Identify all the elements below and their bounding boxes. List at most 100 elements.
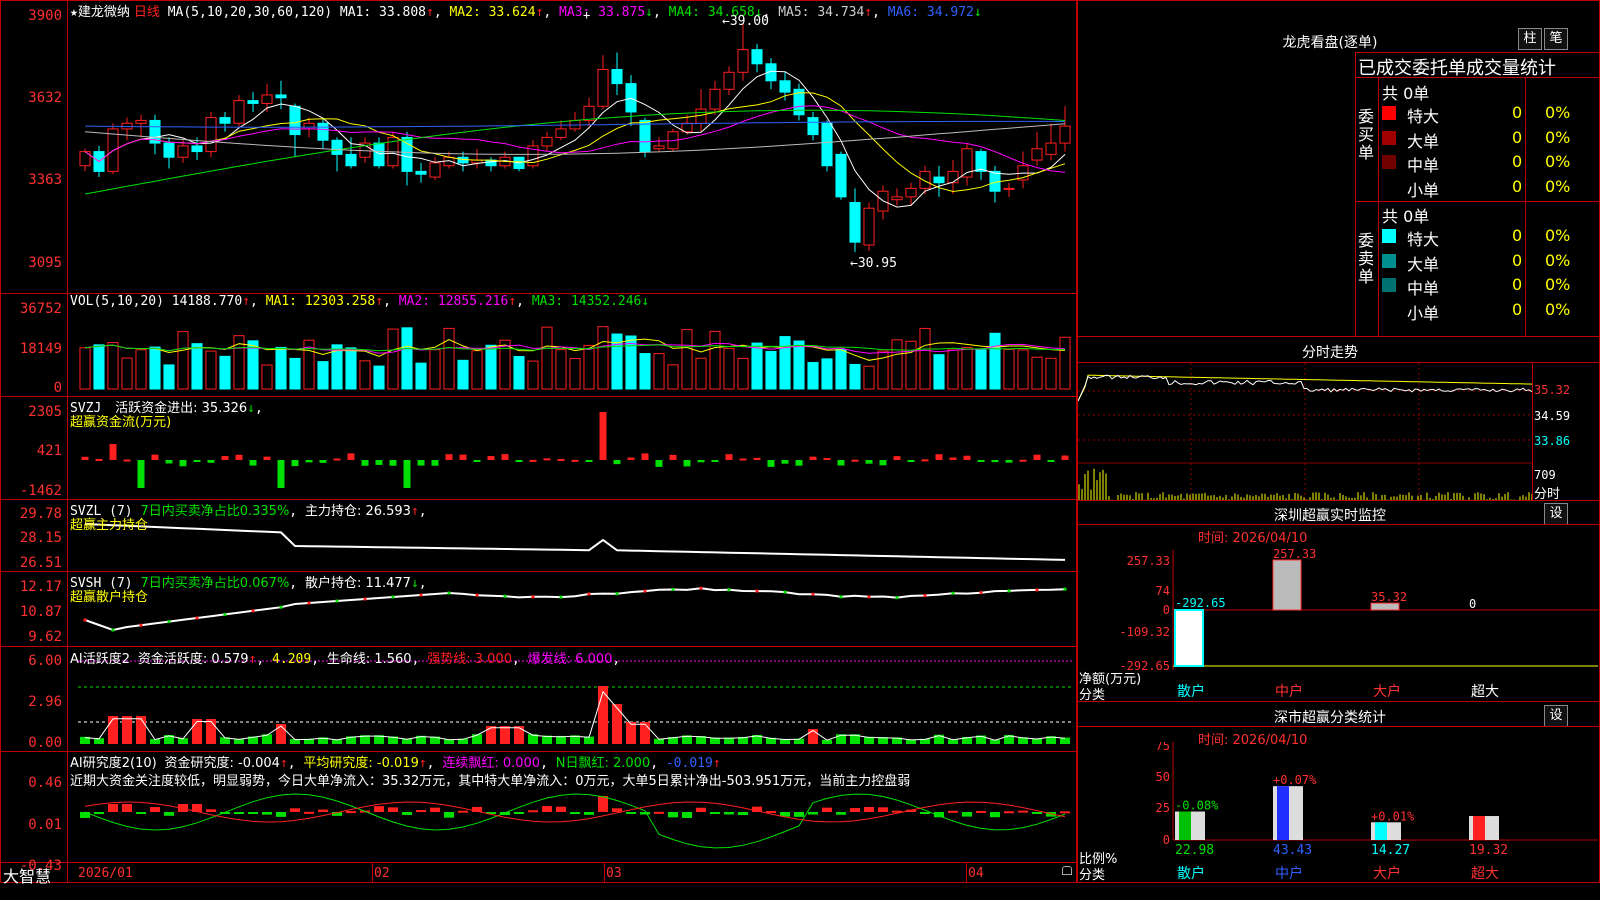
flow-bar [1061, 455, 1069, 460]
star-icon[interactable]: ★ [70, 5, 78, 20]
research-bar [527, 810, 539, 813]
class-change-label: +0.07% [1273, 773, 1317, 787]
candle [611, 68, 623, 85]
research-bar [807, 812, 819, 815]
order-name: 中单 [1407, 156, 1440, 175]
monitor-y-tick: -109.32 [1119, 625, 1170, 639]
candle [261, 94, 273, 104]
volume-bar [905, 340, 917, 390]
period-label[interactable]: 日线 [134, 5, 160, 20]
volume-bar [415, 362, 427, 390]
color-swatch [1382, 229, 1396, 243]
retail-dot [951, 591, 955, 595]
candle [653, 145, 665, 150]
flow-bar [1047, 460, 1055, 462]
volume-bar [947, 349, 959, 390]
flow-bar [641, 453, 649, 460]
intraday-vol: 709 [1534, 468, 1556, 482]
svsh-subtitle: 超赢散户持仓 [70, 590, 149, 605]
candle [919, 170, 931, 189]
intraday-price-3: 33.86 [1534, 434, 1571, 448]
monitor-bar-label: 0 [1469, 597, 1476, 611]
flow-bar [585, 460, 593, 462]
candle [233, 100, 245, 124]
research-bar [513, 812, 525, 814]
research-bar [401, 812, 413, 815]
volume-bar [177, 331, 189, 390]
monitor-settings-button[interactable]: 设 [1544, 503, 1568, 525]
flow-bar [151, 454, 159, 460]
x-axis-label: 04 [968, 866, 984, 881]
ma2-value: MA2: 33.624↑ [449, 5, 544, 20]
flow-bar [543, 458, 551, 461]
intraday-chart[interactable] [1078, 363, 1533, 500]
class-settings-button[interactable]: 设 [1544, 705, 1568, 727]
ma10-line [84, 92, 1066, 193]
volume-bar [681, 329, 693, 390]
volume-bar [513, 355, 525, 390]
candle [1045, 142, 1057, 155]
monitor-bar-chart: 257.33740-109.32-292.65-292.65散户257.33中户… [1119, 547, 1598, 700]
class-y-tick: 75 [1156, 742, 1170, 753]
retail-dot [755, 589, 759, 593]
monitor-y-tick: 74 [1156, 584, 1170, 598]
research-bar [387, 807, 399, 812]
order-name: 特大 [1407, 107, 1440, 126]
research-bar [989, 812, 1001, 818]
candle [821, 122, 833, 167]
flow-bar [879, 460, 887, 466]
class-y-tick: 50 [1156, 770, 1170, 784]
volume-bar [737, 357, 749, 390]
buy-group-label: 委买单 [1358, 107, 1375, 162]
lock-icon[interactable] [1062, 866, 1072, 875]
retail-dot [531, 595, 535, 599]
flow-bar [193, 460, 201, 462]
retail-dot [447, 591, 451, 595]
order-pct: 0% [1545, 226, 1571, 245]
sell-group-label: 委卖单 [1358, 231, 1375, 286]
class-value-label: 19.32 [1469, 843, 1508, 858]
x-axis-label: 2026/01 [78, 866, 133, 881]
retail-dot [699, 586, 703, 590]
flow-bar [865, 460, 873, 464]
flow-bar [221, 455, 229, 460]
technical-chart[interactable] [0, 0, 1077, 883]
activity-bar [205, 719, 217, 744]
activity-bar [625, 722, 637, 744]
activity-bar [1059, 737, 1071, 744]
ai2-comment: 近期大资金关注度较低，明显弱势，今日大单净流入：35.32万元，其中特大单净流入… [70, 774, 911, 789]
class-x-caption: 分类 [1079, 868, 1106, 883]
monitor-title: 深圳超赢实时监控 [1274, 508, 1386, 524]
volume-bar [93, 344, 105, 390]
volume-bar [79, 347, 91, 390]
research-bar [443, 812, 455, 818]
monitor-bar [1272, 559, 1302, 611]
activity-bar [275, 724, 287, 744]
candle [863, 207, 875, 246]
column-view-button[interactable]: 柱 [1518, 28, 1542, 50]
volume-bar [345, 347, 357, 390]
order-name: 大单 [1407, 254, 1440, 274]
flow-bar [1005, 460, 1013, 463]
candle [177, 145, 189, 158]
flow-bar [207, 460, 215, 463]
tick-view-button[interactable]: 笔 [1544, 28, 1568, 50]
candle [625, 83, 637, 113]
buy-total: 共 0单 [1382, 84, 1430, 103]
candle [303, 122, 315, 130]
order-val: 0 [1512, 250, 1523, 270]
research-bar [681, 812, 693, 818]
monitor-category: 中户 [1275, 683, 1303, 700]
candle [1031, 148, 1043, 161]
candle [191, 145, 203, 153]
research-bar [569, 812, 581, 815]
volume-bar [317, 361, 329, 390]
research-bar [961, 812, 973, 817]
volume-bar [527, 360, 539, 390]
volume-bar [849, 363, 861, 390]
color-swatch [1382, 155, 1396, 169]
retail-dot [195, 616, 199, 620]
research-bar [205, 809, 217, 812]
activity-bar [191, 719, 203, 744]
high-price-label: ←39.00 [722, 14, 769, 29]
